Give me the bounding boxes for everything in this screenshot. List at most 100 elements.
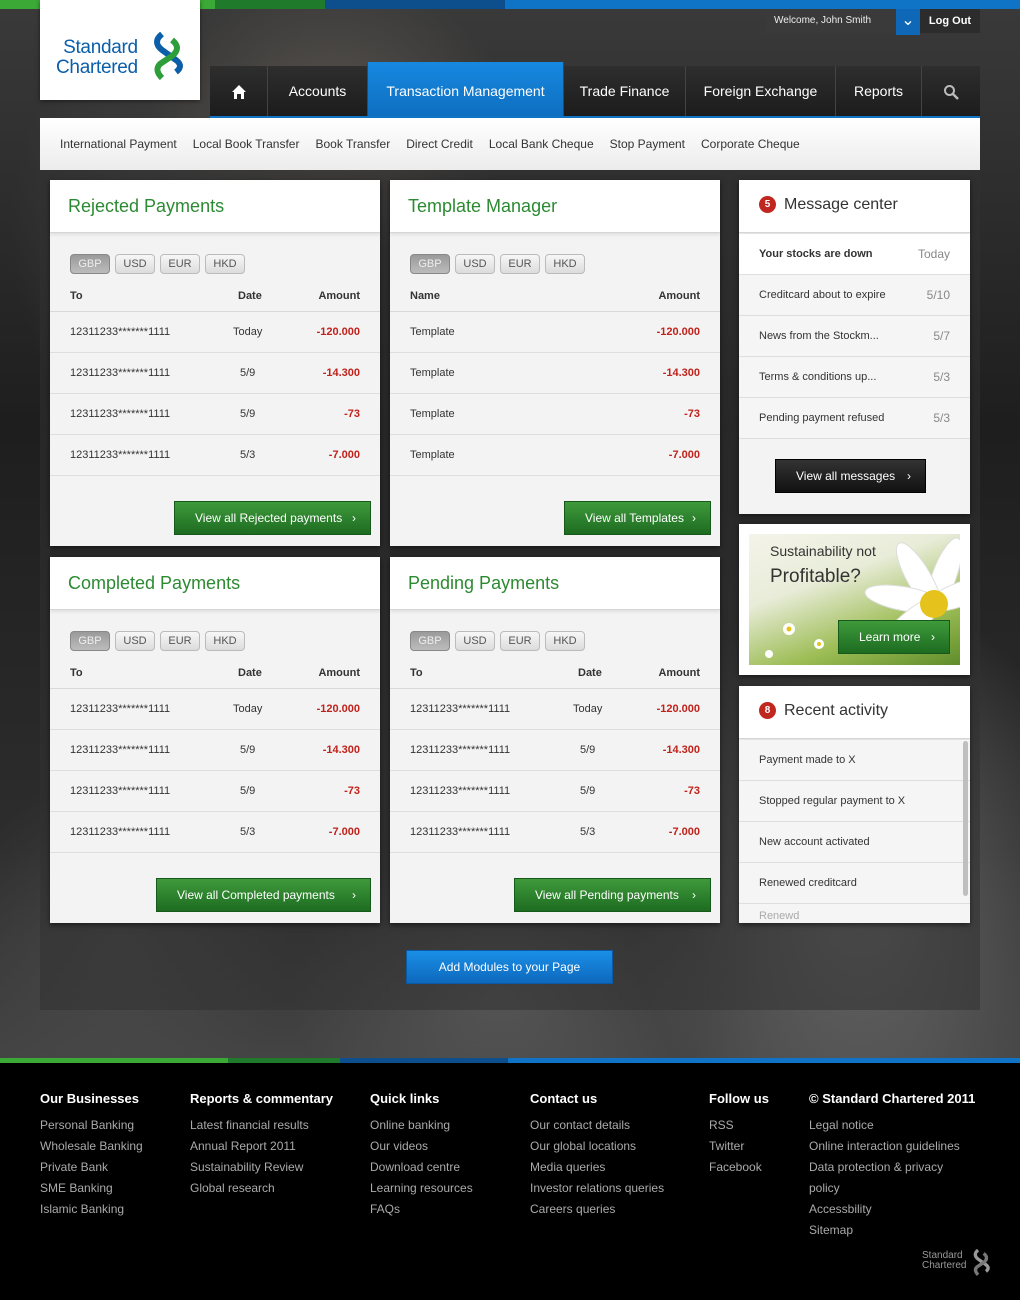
currency-eur[interactable]: EUR <box>500 631 540 651</box>
table-row[interactable]: 12311233*******1111 Today -120.000 <box>50 689 380 730</box>
view-all-messages-button[interactable]: View all messages › <box>775 459 926 493</box>
message-item[interactable]: Pending payment refused 5/3 <box>739 398 970 439</box>
table-row[interactable]: Template -120.000 <box>390 312 720 353</box>
footer-link[interactable]: Download centre <box>370 1157 473 1178</box>
footer-link[interactable]: Our videos <box>370 1136 473 1157</box>
nav-accounts[interactable]: Accounts <box>268 66 368 116</box>
table-row[interactable]: 12311233*******1111 5/9 -73 <box>50 771 380 812</box>
table-row[interactable]: 12311233*******1111 5/3 -7.000 <box>50 435 380 476</box>
subnav-direct-credit[interactable]: Direct Credit <box>406 137 473 151</box>
footer-link[interactable]: Our contact details <box>530 1115 664 1136</box>
footer-link[interactable]: Wholesale Banking <box>40 1136 143 1157</box>
footer-link[interactable]: Facebook <box>709 1157 769 1178</box>
subnav-local-bank-cheque[interactable]: Local Bank Cheque <box>489 137 594 151</box>
template-manager-card: Template Manager GBP USD EUR HKD Name Am… <box>390 180 720 546</box>
table-row[interactable]: 12311233*******1111 5/9 -73 <box>390 771 720 812</box>
footer-link[interactable]: Islamic Banking <box>40 1199 143 1220</box>
table-row[interactable]: 12311233*******1111 Today -120.000 <box>50 312 380 353</box>
subnav-book-transfer[interactable]: Book Transfer <box>315 137 390 151</box>
table-row[interactable]: Template -7.000 <box>390 435 720 476</box>
currency-gbp[interactable]: GBP <box>410 254 450 274</box>
footer-link[interactable]: Our global locations <box>530 1136 664 1157</box>
user-menu-toggle[interactable]: ⌄ <box>896 9 920 35</box>
currency-usd[interactable]: USD <box>115 254 155 274</box>
activity-item[interactable]: Renewed creditcard <box>739 863 970 904</box>
footer-link[interactable]: Latest financial results <box>190 1115 333 1136</box>
logout-button[interactable]: Log Out <box>920 9 980 33</box>
currency-hkd[interactable]: HKD <box>545 631 585 651</box>
currency-eur[interactable]: EUR <box>160 254 200 274</box>
footer-link[interactable]: Accessbility <box>809 1199 975 1220</box>
nav-reports[interactable]: Reports <box>836 66 922 116</box>
currency-hkd[interactable]: HKD <box>545 254 585 274</box>
footer-link[interactable]: Online interaction guidelines <box>809 1136 975 1157</box>
message-item[interactable]: Your stocks are down Today <box>739 234 970 275</box>
message-item[interactable]: News from the Stockm... 5/7 <box>739 316 970 357</box>
table-row[interactable]: 12311233*******1111 5/3 -7.000 <box>50 812 380 853</box>
message-item[interactable]: Creditcard about to expire 5/10 <box>739 275 970 316</box>
footer-link[interactable]: Investor relations queries <box>530 1178 664 1199</box>
subnav-international-payment[interactable]: International Payment <box>60 137 177 151</box>
table-row[interactable]: 12311233*******1111 5/9 -14.300 <box>390 730 720 771</box>
nav-trade-finance[interactable]: Trade Finance <box>564 66 686 116</box>
brand-logo[interactable]: Standard Chartered <box>40 0 200 100</box>
add-modules-button[interactable]: Add Modules to your Page <box>406 950 613 984</box>
currency-gbp[interactable]: GBP <box>70 631 110 651</box>
footer-link[interactable]: policy <box>809 1178 975 1199</box>
currency-hkd[interactable]: HKD <box>205 254 245 274</box>
footer-link[interactable]: FAQs <box>370 1199 473 1220</box>
table-row[interactable]: 12311233*******1111 5/3 -7.000 <box>390 812 720 853</box>
footer-link[interactable]: Twitter <box>709 1136 769 1157</box>
view-all-rejected-button[interactable]: View all Rejected payments › <box>174 501 371 535</box>
view-all-templates-button[interactable]: View all Templates › <box>564 501 711 535</box>
nav-foreign-exchange[interactable]: Foreign Exchange <box>686 66 836 116</box>
footer-link[interactable]: SME Banking <box>40 1178 143 1199</box>
footer-link[interactable]: Learning resources <box>370 1178 473 1199</box>
currency-usd[interactable]: USD <box>455 254 495 274</box>
activity-item[interactable]: Stopped regular payment to X <box>739 781 970 822</box>
activity-item[interactable]: Renewd <box>739 904 970 923</box>
footer-heading: Follow us <box>709 1091 769 1106</box>
table-row[interactable]: 12311233*******1111 5/9 -73 <box>50 394 380 435</box>
footer-link[interactable]: Online banking <box>370 1115 473 1136</box>
table-row[interactable]: 12311233*******1111 Today -120.000 <box>390 689 720 730</box>
table-row[interactable]: Template -14.300 <box>390 353 720 394</box>
table-row[interactable]: Template -73 <box>390 394 720 435</box>
currency-hkd[interactable]: HKD <box>205 631 245 651</box>
subnav-corporate-cheque[interactable]: Corporate Cheque <box>701 137 800 151</box>
currency-gbp[interactable]: GBP <box>410 631 450 651</box>
learn-more-button[interactable]: Learn more › <box>838 620 950 654</box>
footer-link[interactable]: Careers queries <box>530 1199 664 1220</box>
view-all-completed-button[interactable]: View all Completed payments › <box>156 878 371 912</box>
home-button[interactable] <box>210 66 268 116</box>
footer-link[interactable]: Sustainability Review <box>190 1157 333 1178</box>
promo-line1: Sustainability not <box>770 543 876 559</box>
activity-scrollbar[interactable] <box>963 741 968 896</box>
view-all-pending-button[interactable]: View all Pending payments › <box>514 878 711 912</box>
table-row[interactable]: 12311233*******1111 5/9 -14.300 <box>50 353 380 394</box>
footer-link[interactable]: Data protection & privacy <box>809 1157 975 1178</box>
message-item[interactable]: Terms & conditions up... 5/3 <box>739 357 970 398</box>
search-button[interactable] <box>922 66 980 116</box>
footer-link[interactable]: Global research <box>190 1178 333 1199</box>
footer-link[interactable]: Sitemap <box>809 1220 975 1241</box>
table-row[interactable]: 12311233*******1111 5/9 -14.300 <box>50 730 380 771</box>
currency-eur[interactable]: EUR <box>500 254 540 274</box>
activity-item[interactable]: Payment made to X <box>739 740 970 781</box>
activity-item[interactable]: New account activated <box>739 822 970 863</box>
chevron-right-icon: › <box>692 511 696 525</box>
sustainability-promo[interactable]: Sustainability not Profitable? Learn mor… <box>739 524 970 675</box>
currency-gbp[interactable]: GBP <box>70 254 110 274</box>
footer-link[interactable]: RSS <box>709 1115 769 1136</box>
footer-link[interactable]: Personal Banking <box>40 1115 143 1136</box>
currency-usd[interactable]: USD <box>455 631 495 651</box>
currency-usd[interactable]: USD <box>115 631 155 651</box>
currency-eur[interactable]: EUR <box>160 631 200 651</box>
footer-link[interactable]: Private Bank <box>40 1157 143 1178</box>
subnav-local-book-transfer[interactable]: Local Book Transfer <box>193 137 300 151</box>
footer-link[interactable]: Annual Report 2011 <box>190 1136 333 1157</box>
footer-link[interactable]: Media queries <box>530 1157 664 1178</box>
subnav-stop-payment[interactable]: Stop Payment <box>610 137 685 151</box>
footer-link[interactable]: Legal notice <box>809 1115 975 1136</box>
nav-transaction-management[interactable]: Transaction Management <box>368 62 564 116</box>
